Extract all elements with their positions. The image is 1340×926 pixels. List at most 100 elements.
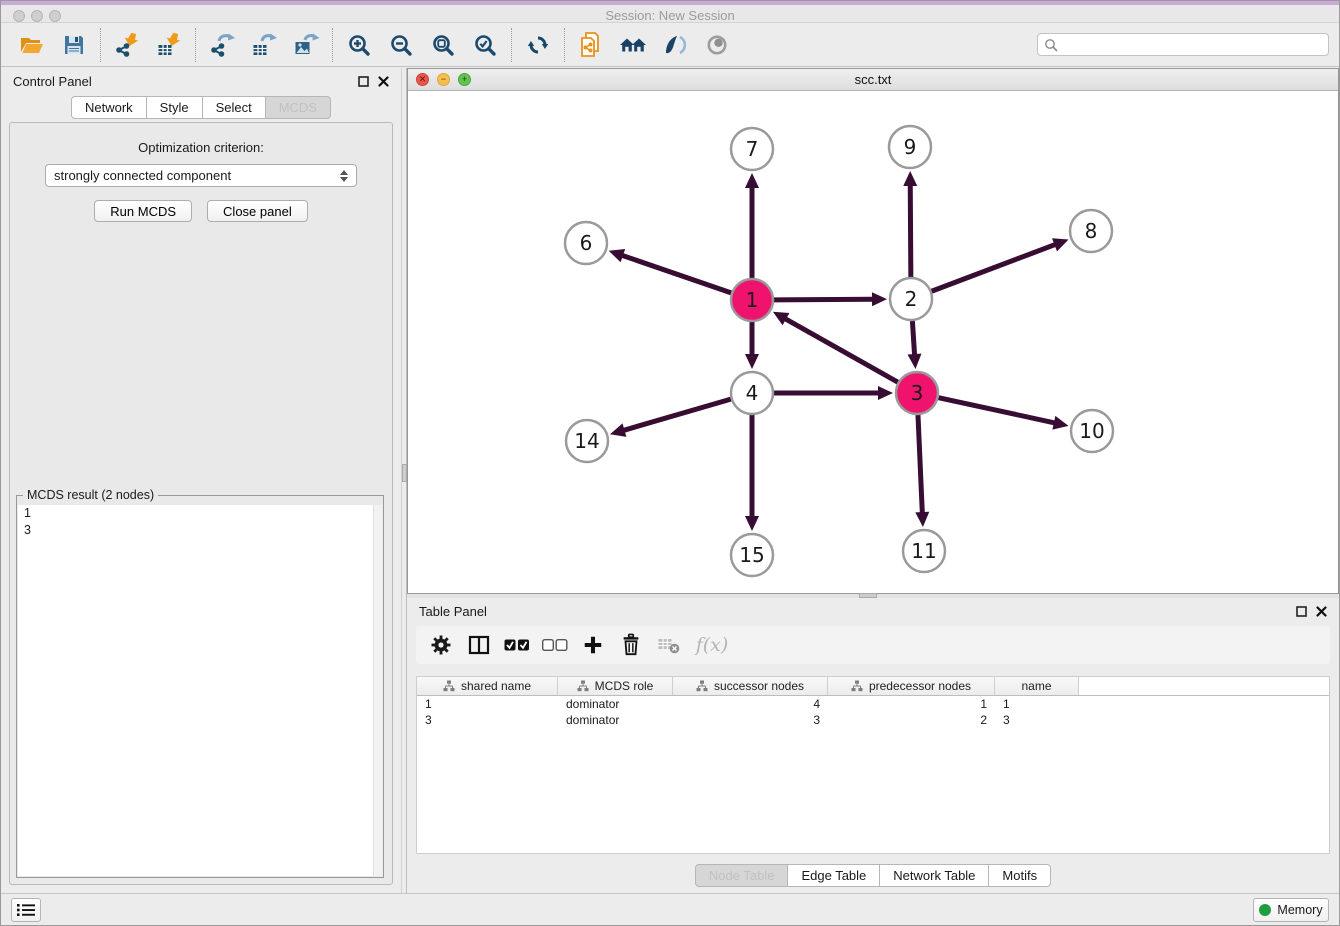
cell-successor-nodes[interactable]: 3 — [673, 712, 828, 728]
table-row[interactable]: 1 dominator 4 1 1 — [417, 696, 1329, 712]
criterion-select[interactable]: strongly connected component — [45, 164, 357, 187]
cell-name[interactable]: 1 — [995, 696, 1079, 712]
memory-button[interactable]: Memory — [1253, 898, 1329, 922]
graph-edge-2-9[interactable] — [910, 184, 911, 277]
graph-edge-arrowhead — [745, 354, 759, 369]
search-input[interactable] — [1058, 37, 1322, 53]
delete-table-button-disabled — [652, 629, 686, 661]
graph-edge-arrowhead — [745, 173, 759, 188]
graph-edge-3-11[interactable] — [918, 415, 922, 514]
brush-icon — [662, 33, 688, 57]
export-network-button[interactable] — [201, 26, 243, 64]
save-session-button[interactable] — [53, 26, 95, 64]
tab-motifs[interactable]: Motifs — [988, 864, 1051, 887]
graph-node-label: 3 — [911, 381, 924, 405]
table-toolbar: f(x) — [416, 626, 1330, 664]
column-header-shared-name[interactable]: shared name — [417, 677, 558, 695]
criterion-value: strongly connected component — [54, 168, 231, 183]
graph-edge-3-10[interactable] — [938, 398, 1055, 423]
graph-edge-2-8[interactable] — [932, 244, 1057, 291]
network-canvas[interactable]: 7968124314101511 — [408, 91, 1338, 593]
graph-edge-2-3[interactable] — [912, 321, 914, 356]
tab-style[interactable]: Style — [146, 96, 203, 119]
cell-shared-name[interactable]: 1 — [417, 696, 558, 712]
eye-button[interactable] — [696, 26, 738, 64]
column-header-successor-nodes[interactable]: successor nodes — [673, 677, 828, 695]
toolbar-separator — [100, 28, 101, 62]
network-window-titlebar[interactable]: ✕ − + scc.txt — [408, 69, 1338, 91]
float-panel-icon[interactable] — [358, 76, 369, 87]
close-table-panel-icon[interactable] — [1316, 606, 1327, 617]
graph-edge-arrowhead — [745, 516, 759, 531]
column-header-predecessor-nodes[interactable]: predecessor nodes — [828, 677, 995, 695]
cell-successor-nodes[interactable]: 4 — [673, 696, 828, 712]
graph-edge-1-6[interactable] — [621, 255, 731, 293]
table-settings-button[interactable] — [424, 629, 458, 661]
cell-predecessor-nodes[interactable]: 2 — [828, 712, 995, 728]
tab-network[interactable]: Network — [71, 96, 147, 119]
tab-mcds[interactable]: MCDS — [265, 96, 331, 119]
tab-network-table[interactable]: Network Table — [879, 864, 989, 887]
cell-name[interactable]: 3 — [995, 712, 1079, 728]
cell-mcds-role[interactable]: dominator — [558, 696, 673, 712]
result-scrollbar[interactable] — [373, 505, 382, 876]
mcds-panel-body: Optimization criterion: strongly connect… — [9, 122, 393, 885]
create-column-button[interactable] — [576, 629, 610, 661]
table-row[interactable]: 3 dominator 3 2 3 — [417, 712, 1329, 728]
cell-shared-name[interactable]: 3 — [417, 712, 558, 728]
cell-mcds-role[interactable]: dominator — [558, 712, 673, 728]
open-session-button[interactable] — [11, 26, 53, 64]
zoom-fit-button[interactable] — [422, 26, 464, 64]
export-network-icon — [209, 32, 236, 58]
memory-status-dot — [1259, 904, 1271, 916]
houses-button[interactable] — [612, 26, 654, 64]
split-view-button[interactable] — [462, 629, 496, 661]
graph-node-label: 11 — [911, 539, 936, 563]
graph-edge-4-14[interactable] — [623, 399, 731, 431]
graph-edge-3-1[interactable] — [784, 318, 898, 382]
zoom-selected-button[interactable] — [464, 26, 506, 64]
zoom-out-button[interactable] — [380, 26, 422, 64]
export-table-button[interactable] — [243, 26, 285, 64]
refresh-button[interactable] — [517, 26, 559, 64]
graph-edge-arrowhead — [610, 423, 626, 436]
mcds-result-list[interactable]: 1 3 — [18, 505, 382, 876]
toolbar-separator — [564, 28, 565, 62]
import-network-button[interactable] — [106, 26, 148, 64]
mcds-result-item[interactable]: 3 — [18, 522, 382, 539]
mcds-result-item[interactable]: 1 — [18, 505, 382, 522]
select-all-columns-button[interactable] — [500, 629, 534, 661]
list-icon — [17, 903, 35, 917]
zoom-in-button[interactable] — [338, 26, 380, 64]
main-toolbar — [1, 23, 1339, 67]
column-header-mcds-role[interactable]: MCDS role — [558, 677, 673, 695]
network-window-title: scc.txt — [408, 72, 1338, 87]
tab-select[interactable]: Select — [202, 96, 266, 119]
close-panel-icon[interactable] — [378, 76, 389, 87]
tab-edge-table[interactable]: Edge Table — [787, 864, 880, 887]
graph-edge-1-2[interactable] — [774, 299, 874, 300]
cell-predecessor-nodes[interactable]: 1 — [828, 696, 995, 712]
graph-edge-arrowhead — [878, 386, 893, 400]
search-field[interactable] — [1037, 33, 1329, 56]
gear-icon — [429, 633, 453, 657]
close-panel-button[interactable]: Close panel — [207, 200, 308, 222]
brush-button[interactable] — [654, 26, 696, 64]
run-mcds-button[interactable]: Run MCDS — [94, 200, 192, 222]
tab-node-table[interactable]: Node Table — [695, 864, 789, 887]
import-table-button[interactable] — [148, 26, 190, 64]
deselect-all-columns-button[interactable] — [538, 629, 572, 661]
float-table-panel-icon[interactable] — [1296, 606, 1307, 617]
tree-icon — [577, 680, 589, 692]
delete-column-button[interactable] — [614, 629, 648, 661]
optimization-criterion-label: Optimization criterion: — [10, 140, 392, 155]
export-image-button[interactable] — [285, 26, 327, 64]
search-icon — [1044, 38, 1058, 52]
graph-edge-arrowhead — [872, 292, 887, 306]
task-history-button[interactable] — [11, 898, 41, 922]
table-panel-title: Table Panel — [419, 604, 487, 619]
clone-network-button[interactable] — [570, 26, 612, 64]
graph-edge-arrowhead — [908, 354, 922, 369]
network-graph-svg[interactable]: 7968124314101511 — [408, 91, 1340, 593]
column-header-name[interactable]: name — [995, 677, 1079, 695]
